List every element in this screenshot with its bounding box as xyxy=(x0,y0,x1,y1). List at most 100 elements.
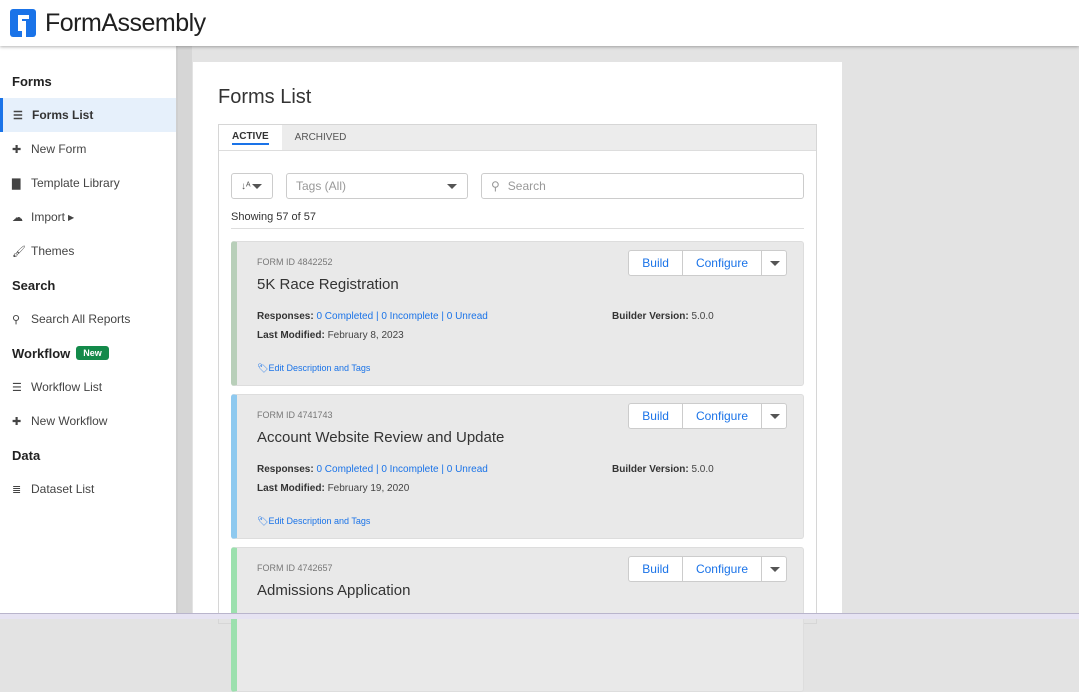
responses-link[interactable]: 0 Completed | 0 Incomplete | 0 Unread xyxy=(316,464,487,475)
sidebar-item-dataset-list[interactable]: ≣ Dataset List xyxy=(0,472,176,506)
tab-bar: ACTIVE ARCHIVED xyxy=(219,125,816,151)
label: Template Library xyxy=(31,176,120,190)
value: 5.0.0 xyxy=(691,464,714,475)
label: Dataset List xyxy=(31,482,95,496)
sidebar-item-workflow-list[interactable]: ☰ Workflow List xyxy=(0,370,176,404)
label: New Form xyxy=(31,142,87,156)
sidebar-item-new-workflow[interactable]: ✚ New Workflow xyxy=(0,404,176,438)
build-button[interactable]: Build xyxy=(629,557,683,581)
form-actions: Build Configure xyxy=(628,403,787,429)
plus-icon: ✚ xyxy=(12,143,22,156)
search-icon: ⚲ xyxy=(491,179,500,193)
label: Edit Description and Tags xyxy=(268,363,371,373)
tabs-container: ACTIVE ARCHIVED ↓ᴬ Tags (All) ⚲ Search Sh… xyxy=(218,124,817,692)
edit-description-link[interactable]: 🏷Edit Description and Tags xyxy=(257,516,370,527)
value: February 19, 2020 xyxy=(327,483,410,494)
label: Responses: xyxy=(257,464,314,475)
label: Edit Description and Tags xyxy=(268,516,371,526)
form-name[interactable]: 5K Race Registration xyxy=(257,276,399,293)
tag-icon: 🏷 xyxy=(257,363,269,373)
form-card: FORM ID 4741743 Account Website Review a… xyxy=(231,394,804,539)
configure-button[interactable]: Configure xyxy=(683,251,762,275)
label: Search All Reports xyxy=(31,312,131,326)
edit-description-link[interactable]: 🏷Edit Description and Tags xyxy=(257,363,370,374)
form-id: FORM ID 4742657 xyxy=(257,563,333,573)
chevron-down-icon xyxy=(770,261,780,266)
section-forms: Forms xyxy=(12,73,52,89)
form-id: FORM ID 4741743 xyxy=(257,410,333,420)
search-placeholder: Search xyxy=(507,179,546,193)
chevron-down-icon xyxy=(770,414,780,419)
search-input[interactable]: ⚲ Search xyxy=(481,173,804,199)
app-name[interactable]: FormAssembly xyxy=(45,9,206,38)
form-name[interactable]: Admissions Application xyxy=(257,582,410,599)
showing-count: Showing 57 of 57 xyxy=(231,211,317,223)
list-icon: ☰ xyxy=(13,109,23,122)
caret-right-icon: ▶ xyxy=(68,212,75,222)
label: Import xyxy=(31,210,66,224)
label: Builder Version: xyxy=(612,311,689,322)
label: Forms List xyxy=(32,108,94,122)
page-title: Forms List xyxy=(218,86,312,108)
sidebar-item-search-all-reports[interactable]: ⚲ Search All Reports xyxy=(0,302,176,336)
plus-icon: ✚ xyxy=(12,415,22,428)
formassembly-logo-icon[interactable] xyxy=(10,9,36,37)
section-data: Data xyxy=(12,447,41,463)
search-icon: ⚲ xyxy=(12,313,21,326)
label: Last Modified: xyxy=(257,483,325,494)
form-card: FORM ID 4742657 Admissions Application B… xyxy=(231,547,804,692)
more-dropdown-button[interactable] xyxy=(762,557,786,581)
cloud-upload-icon: ☁ xyxy=(12,211,23,224)
build-button[interactable]: Build xyxy=(629,251,683,275)
file-icon: ▇ xyxy=(12,177,21,190)
last-modified-row: Last Modified: February 8, 2023 xyxy=(257,330,404,341)
sort-dropdown[interactable]: ↓ᴬ xyxy=(231,173,273,199)
responses-link[interactable]: 0 Completed | 0 Incomplete | 0 Unread xyxy=(316,311,487,322)
responses-row: Responses: 0 Completed | 0 Incomplete | … xyxy=(257,464,488,475)
label: Workflow List xyxy=(31,380,103,394)
label: Themes xyxy=(31,244,75,258)
tab-active[interactable]: ACTIVE xyxy=(219,125,282,150)
label: Workflow xyxy=(12,345,71,361)
sidebar: Forms ☰ Forms List ✚ New Form ▇ Template Li… xyxy=(0,46,178,619)
more-dropdown-button[interactable] xyxy=(762,251,786,275)
form-actions: Build Configure xyxy=(628,250,787,276)
header: FormAssembly xyxy=(0,0,1079,46)
tag-icon: 🏷 xyxy=(257,516,269,526)
divider xyxy=(231,228,804,229)
brush-icon: 🖌 xyxy=(12,245,26,258)
form-name[interactable]: Account Website Review and Update xyxy=(257,429,504,446)
database-icon: ≣ xyxy=(12,483,22,496)
form-id: FORM ID 4842252 xyxy=(257,257,333,267)
chevron-down-icon xyxy=(770,567,780,572)
last-modified-row: Last Modified: February 19, 2020 xyxy=(257,483,409,494)
sidebar-item-themes[interactable]: 🖌 Themes xyxy=(0,234,176,268)
form-card: FORM ID 4842252 5K Race Registration Bui… xyxy=(231,241,804,386)
builder-version-row: Builder Version: 5.0.0 xyxy=(612,311,714,322)
sidebar-item-template-library[interactable]: ▇ Template Library xyxy=(0,166,176,200)
tags-select[interactable]: Tags (All) xyxy=(286,173,468,199)
sidebar-item-forms-list[interactable]: ☰ Forms List xyxy=(0,98,176,132)
scrollbar-gutter[interactable] xyxy=(178,46,192,619)
label: Last Modified: xyxy=(257,330,325,341)
configure-button[interactable]: Configure xyxy=(683,404,762,428)
list-ol-icon: ☰ xyxy=(12,381,22,394)
label: New Workflow xyxy=(31,414,108,428)
section-workflow: Workflow New xyxy=(0,336,176,370)
label: ARCHIVED xyxy=(294,132,347,143)
responses-row: Responses: 0 Completed | 0 Incomplete | … xyxy=(257,311,488,322)
build-button[interactable]: Build xyxy=(629,404,683,428)
chevron-down-icon xyxy=(447,184,457,189)
label: Responses: xyxy=(257,311,314,322)
section-search: Search xyxy=(12,277,56,293)
more-dropdown-button[interactable] xyxy=(762,404,786,428)
chevron-down-icon xyxy=(252,184,262,189)
sidebar-item-import[interactable]: ☁ Import ▶ xyxy=(0,200,176,234)
value: 5.0.0 xyxy=(691,311,714,322)
sort-alpha-icon: ↓ᴬ xyxy=(241,180,251,192)
configure-button[interactable]: Configure xyxy=(683,557,762,581)
value: February 8, 2023 xyxy=(327,330,404,341)
tab-archived[interactable]: ARCHIVED xyxy=(282,125,360,150)
label: Builder Version: xyxy=(612,464,689,475)
sidebar-item-new-form[interactable]: ✚ New Form xyxy=(0,132,176,166)
